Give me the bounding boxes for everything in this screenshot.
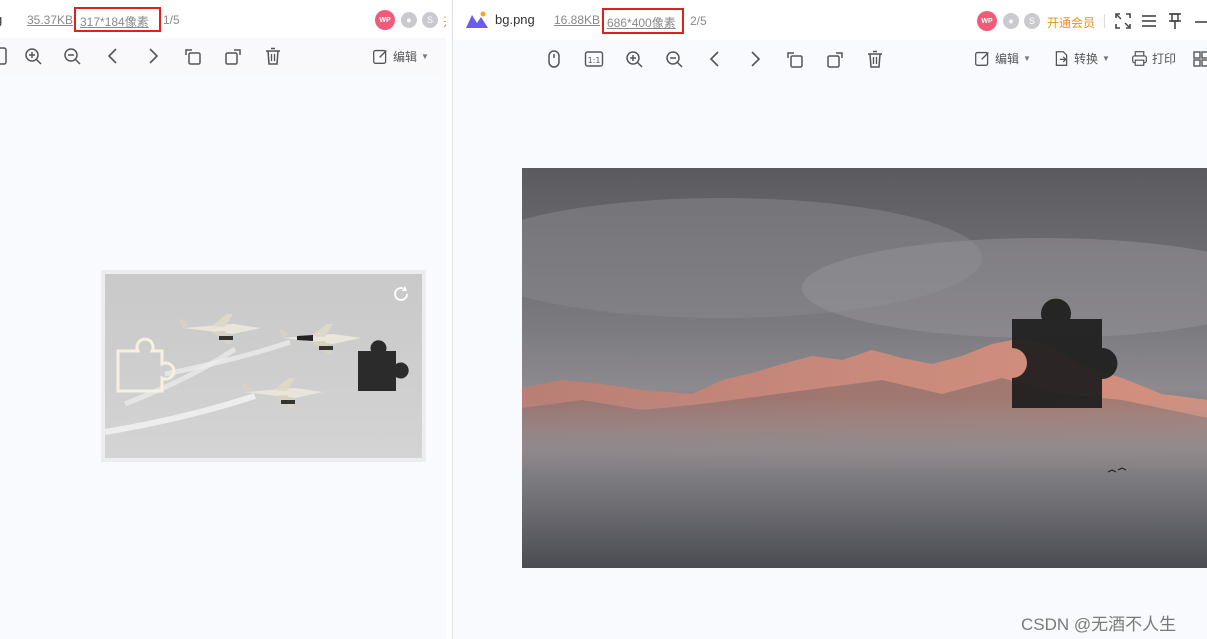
prev-icon[interactable]	[704, 48, 726, 70]
convert-icon	[1055, 51, 1068, 66]
chevron-down-icon: ▼	[421, 52, 429, 61]
right-dimensions: 686*400像素	[607, 16, 676, 30]
captcha-jets-image	[105, 274, 422, 458]
delete-icon[interactable]	[864, 48, 886, 70]
rotate-right-icon[interactable]	[824, 48, 846, 70]
vip-link[interactable]: 开通会员	[1047, 14, 1095, 31]
fullscreen-icon[interactable]	[1112, 10, 1134, 32]
app-logo-icon	[465, 11, 489, 29]
member-icon[interactable]: ●	[401, 12, 417, 28]
left-page-indicator: 1/5	[163, 13, 180, 27]
left-dimensions: 317*184像素	[80, 15, 149, 29]
chevron-down-icon: ▼	[1023, 54, 1031, 63]
convert-button[interactable]: 转换 ▼	[1053, 50, 1110, 67]
left-edit-button[interactable]: 编辑 ▼	[372, 48, 429, 65]
refresh-icon[interactable]	[394, 286, 408, 301]
zoom-out-icon[interactable]	[663, 48, 685, 70]
zoom-in-icon[interactable]	[623, 48, 645, 70]
right-file-size[interactable]: 16.88KB	[554, 13, 600, 27]
print-label: 打印	[1152, 52, 1177, 66]
right-file-name: bg.png	[495, 12, 535, 27]
chevron-down-icon: ▼	[1102, 54, 1110, 63]
edit-icon	[373, 49, 387, 64]
left-zoom-out-icon[interactable]	[61, 45, 83, 67]
convert-label: 转换	[1074, 52, 1099, 66]
wp-badge-icon[interactable]: WP	[375, 10, 395, 30]
mouse-icon[interactable]	[543, 48, 565, 70]
left-toolbar: 编辑 ▼	[0, 38, 446, 76]
edit-label: 编辑	[995, 52, 1020, 66]
puzzle-outline-icon	[116, 337, 176, 393]
left-delete-icon[interactable]	[262, 45, 284, 67]
rotate-left-icon[interactable]	[784, 48, 806, 70]
actual-size-icon[interactable]: 1:1	[583, 48, 605, 70]
divider	[1104, 14, 1105, 28]
left-image-viewer: g 35.37KB 317*184像素 1/5 WP ● S 开	[0, 0, 446, 639]
right-image-viewer: bg.png 16.88KB 686*400像素 2/5 WP ● S 开通会员…	[452, 0, 1207, 639]
left-rotate-left-icon[interactable]	[182, 45, 204, 67]
left-actual-size-icon[interactable]	[0, 45, 10, 67]
captcha-background-image	[522, 168, 1207, 568]
right-page-indicator: 2/5	[690, 14, 707, 28]
vip-link[interactable]: 开	[443, 13, 446, 30]
left-title-bar: g 35.37KB 317*184像素 1/5 WP ● S 开	[0, 0, 446, 38]
left-next-icon[interactable]	[142, 45, 164, 67]
next-icon[interactable]	[744, 48, 766, 70]
pin-icon[interactable]	[1164, 10, 1186, 32]
left-rotate-right-icon[interactable]	[222, 45, 244, 67]
right-toolbar: 1:1 编辑 ▼ 转换 ▼ 打印	[453, 40, 1207, 78]
print-icon	[1132, 51, 1147, 66]
left-zoom-in-icon[interactable]	[22, 45, 44, 67]
member-icon[interactable]: ●	[1003, 13, 1019, 29]
right-title-bar: bg.png 16.88KB 686*400像素 2/5 WP ● S 开通会员	[453, 0, 1207, 40]
menu-icon[interactable]	[1138, 10, 1160, 32]
coin-icon[interactable]: S	[422, 12, 438, 28]
puzzle-piece-icon	[358, 340, 409, 391]
left-file-name: g	[0, 12, 2, 27]
minimize-icon[interactable]	[1190, 10, 1207, 32]
left-file-size[interactable]: 35.37KB	[27, 13, 73, 27]
left-prev-icon[interactable]	[102, 45, 124, 67]
edit-icon	[975, 51, 989, 66]
print-button[interactable]: 打印	[1131, 50, 1176, 67]
left-edit-label: 编辑	[393, 50, 418, 64]
svg-text:1:1: 1:1	[588, 56, 601, 65]
csdn-watermark: CSDN @无酒不人生	[1021, 615, 1177, 634]
wp-badge-icon[interactable]: WP	[977, 11, 997, 31]
grid-view-icon[interactable]	[1190, 48, 1207, 70]
coin-icon[interactable]: S	[1024, 13, 1040, 29]
edit-button[interactable]: 编辑 ▼	[974, 50, 1031, 67]
